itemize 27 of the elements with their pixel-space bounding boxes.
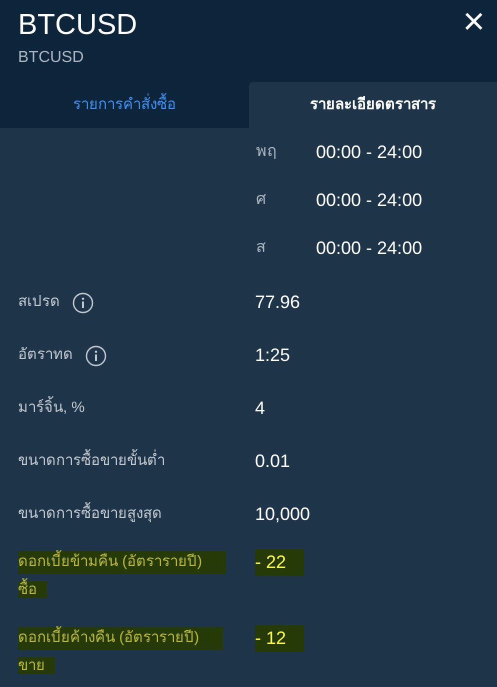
detail-label: ดอกเบี้ยข้ามคืน (อัตรารายปี) bbox=[18, 551, 226, 574]
detail-value: 77.96 bbox=[255, 291, 300, 314]
weekday-label: ส bbox=[256, 238, 267, 258]
detail-value: 1:25 bbox=[255, 344, 290, 367]
trading-hours: 00:00 - 24:00 bbox=[316, 236, 422, 260]
detail-label: ขนาดการซื้อขายขั้นต่ำ bbox=[18, 450, 165, 473]
trading-hours: 00:00 - 24:00 bbox=[316, 140, 422, 164]
tab[interactable]: รายละเอียดตราสาร bbox=[248, 82, 497, 128]
instrument-subtitle: BTCUSD bbox=[18, 48, 84, 68]
weekday-label: พฤ bbox=[256, 142, 278, 162]
instrument-title: BTCUSD bbox=[18, 8, 138, 43]
info-icon[interactable] bbox=[72, 292, 94, 314]
detail-sublabel: ขาย bbox=[18, 657, 55, 674]
detail-value: 4 bbox=[255, 397, 266, 420]
detail-label: มาร์จิ้น, % bbox=[18, 397, 85, 420]
detail-value: - 22 bbox=[255, 549, 304, 576]
detail-label: ขนาดการซื้อขายสูงสุด bbox=[18, 503, 162, 526]
detail-value: - 12 bbox=[255, 625, 304, 652]
info-icon[interactable] bbox=[85, 344, 107, 366]
weekday-label: ศ bbox=[256, 190, 267, 210]
close-button[interactable]: × bbox=[458, 2, 489, 42]
detail-value: 0.01 bbox=[255, 450, 290, 473]
trading-hours: 00:00 - 24:00 bbox=[316, 188, 422, 212]
detail-value: 10,000 bbox=[255, 503, 310, 526]
detail-label: สเปรด bbox=[18, 292, 60, 312]
detail-label: ดอกเบี้ยค้างคืน (อัตรารายปี) bbox=[18, 627, 224, 650]
detail-label: อัตราทด bbox=[18, 345, 73, 366]
